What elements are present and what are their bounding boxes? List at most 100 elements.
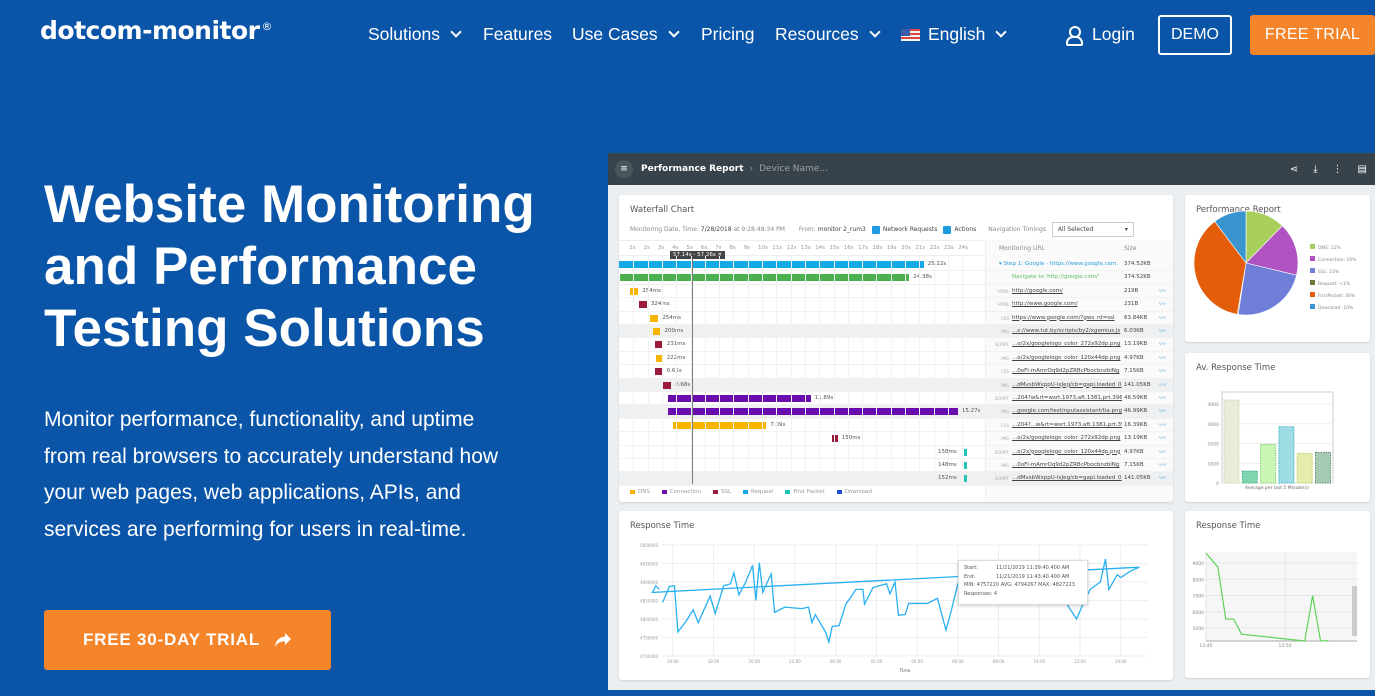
trend-icon[interactable]: 〰 [1159, 460, 1166, 470]
nav-solutions[interactable]: Solutions [368, 24, 462, 45]
nav-label: Use Cases [572, 24, 658, 44]
waterfall-row[interactable]: 254ms HTML http://google.com/219B 〰 [619, 285, 1173, 299]
trend-icon[interactable]: 〰 [1159, 447, 1166, 457]
x-tick: 22:00 [789, 659, 801, 664]
legend-swatch [661, 490, 667, 494]
x-tick: 18:00 [708, 659, 720, 664]
actions-checkbox[interactable] [943, 225, 952, 234]
monitoring-url[interactable]: ...o/2x/googlelogo_color_272x92dp.png [1012, 341, 1122, 347]
waterfall-row[interactable]: 0.68s IMG ...dMvsbWxppU-lxJeg/cb=gapi.load… [619, 378, 1173, 392]
language-selector[interactable]: English [901, 24, 1008, 45]
monitoring-url[interactable]: ▾ Step 1: Google - https://www.google.co… [999, 261, 1124, 267]
legend-label: SSL [720, 489, 732, 495]
nav-label: Features [483, 24, 553, 44]
tooltip-responses-label: Responses: [964, 590, 993, 597]
trend-icon[interactable]: 〰 [1159, 353, 1166, 363]
monitoring-url[interactable]: ...dMvsbWxppU-lxJeg/cb=gapi.loaded_0 [1012, 475, 1122, 481]
nav-pricing[interactable]: Pricing [701, 24, 755, 45]
grid-line [676, 256, 678, 484]
waterfall-row[interactable]: 231msSCRIPT...o/2x/googlelogo_color_272x… [619, 338, 1173, 352]
x-tick: 20:00 [748, 659, 760, 664]
time-tick: 8s [729, 245, 736, 251]
bar [1260, 443, 1277, 484]
monitoring-url[interactable]: ...0oFl-mAmrOq9d2pZRBcPbocbnzbiNg [1012, 368, 1122, 374]
trend-icon[interactable]: 〰 [1159, 380, 1166, 390]
trend-icon[interactable]: 〰 [1159, 406, 1166, 416]
x-tick: 00:00 [830, 659, 842, 664]
time-tick: 12s [786, 245, 797, 251]
nav-resources[interactable]: Resources [775, 24, 881, 45]
trend-icon[interactable]: 〰 [1159, 420, 1166, 430]
trend-icon[interactable]: 〰 [1159, 286, 1166, 296]
report-title: Performance Report [641, 164, 744, 174]
legend-swatch [1310, 280, 1315, 285]
time-tick: 19s [886, 245, 897, 251]
waterfall-row[interactable]: 24.38s Navigate to 'http://google.com/' 37… [619, 271, 1173, 285]
resource-size: 13.19KB [1124, 341, 1148, 348]
nav-label: Solutions [368, 24, 440, 44]
waterfall-row[interactable]: 150ms IMG ...o/2x/googlelogo_color_272x92d… [619, 432, 1173, 446]
monitoring-url[interactable]: ...s://www.tut.by/scripts/by2/xgemius.js [1012, 328, 1122, 334]
monitoring-url[interactable]: ...o/2x/googlelogo_color_120x44dp.png [1012, 355, 1122, 361]
resource-size: 141.05KB [1124, 475, 1151, 482]
free-30-day-trial-button[interactable]: FREE 30-DAY TRIAL [44, 610, 331, 670]
monitoring-url[interactable]: ...0oFl-mAmrOq9d2pZRBcPbocbnzbiNg [1012, 462, 1122, 468]
trend-icon[interactable]: 〰 [1159, 393, 1166, 403]
from-value: monitor 2_rum3 [817, 226, 866, 233]
monitoring-url[interactable]: ...204?...w&rt=wsrt.1973,aft.1381,prt.39… [1012, 422, 1122, 428]
legend-label: FirstPacket: 36% [1318, 293, 1356, 299]
trend-icon[interactable]: 〰 [1159, 299, 1166, 309]
y-tick: 3000 [1208, 422, 1220, 428]
waterfall-row[interactable]: 7.09s CSS ...204?...w&rt=wsrt.1973,aft.138… [619, 419, 1173, 433]
waterfall-row[interactable]: 15.27s IMG ...google.com/textinputassistan… [619, 405, 1173, 419]
monitoring-url[interactable]: ...204?w&rt=wsrt.1973,aft.1381,prt.3964 [1012, 395, 1122, 401]
waterfall-row[interactable]: 152msSCRIPT...dMvsbWxppU-lxJeg/cb=gapi.l… [619, 472, 1173, 486]
y-tick: 0 [1216, 481, 1219, 487]
trend-icon[interactable]: 〰 [1159, 326, 1166, 336]
timing-bar [964, 448, 967, 456]
waterfall-row[interactable]: 324ms HTML http://www.google.com/231B 〰 [619, 298, 1173, 312]
nav-timings-select[interactable]: All Selected ▾ [1051, 222, 1134, 237]
waterfall-row[interactable]: 11.89s SCRIPT ...204?w&rt=wsrt.1973,aft.13… [619, 392, 1173, 406]
monitoring-url[interactable]: ...dMvsbWxppU-lxJeg/cb=gapi.loaded_0 [1012, 382, 1122, 388]
trend-icon[interactable]: 〰 [1159, 366, 1166, 376]
x-tick: 13:50 [1279, 643, 1292, 649]
monitoring-url[interactable]: http://www.google.com/ [1012, 301, 1122, 307]
language-label: English [928, 24, 986, 44]
waterfall-row[interactable]: 148msIMG...0oFl-mAmrOq9d2pZRBcPbocbnzbiN… [619, 459, 1173, 473]
duration-label: 324ms [650, 301, 670, 308]
monitoring-url[interactable]: ...o/2x/googlelogo_color_272x92dp.png [1012, 435, 1122, 441]
y-tick: 4700000 [640, 654, 658, 659]
monitoring-url[interactable]: Navigate to 'http://google.com/' [1012, 274, 1122, 280]
logo[interactable]: dotcom-monitor ® [40, 16, 272, 45]
login-link[interactable]: Login [1066, 24, 1135, 46]
waterfall-row[interactable]: 200ms IMG ...s://www.tut.by/scripts/by2/xg… [619, 325, 1173, 339]
free-trial-button[interactable]: FREE TRIAL [1250, 15, 1375, 55]
chevron-down-icon [450, 26, 462, 38]
monitoring-url[interactable]: https://www.google.com/?gws_rd=ssl [1012, 315, 1122, 321]
trend-icon[interactable]: 〰 [1159, 313, 1166, 323]
trend-icon[interactable]: 〰 [1159, 473, 1166, 483]
legend-label: First Packet [793, 489, 825, 495]
demo-button[interactable]: DEMO [1158, 15, 1232, 55]
tooltip-start-label: Start: [964, 565, 978, 571]
trend-icon[interactable]: 〰 [1159, 433, 1166, 443]
grid-line [833, 256, 835, 484]
waterfall-row[interactable]: 222msIMG...o/2x/googlelogo_color_120x44d… [619, 352, 1173, 366]
y-tick: 4800000 [640, 617, 658, 622]
chevron-down-icon [868, 26, 881, 38]
waterfall-row[interactable]: 158msSCRIPT...o/2x/googlelogo_color_120x… [619, 446, 1173, 459]
nav-features[interactable]: Features [483, 24, 552, 45]
trend-icon[interactable]: 〰 [1159, 339, 1166, 349]
monitoring-url[interactable]: http://google.com/ [1012, 288, 1122, 294]
nav-use-cases[interactable]: Use Cases [572, 24, 680, 45]
monitoring-url[interactable]: ...google.com/textinputassistant/tia.png [1012, 408, 1122, 414]
waterfall-row[interactable]: 0.65s CSS ...0oFl-mAmrOq9d2pZRBcPbocbnzbiN… [619, 365, 1173, 379]
duration-label: 0.65s [666, 368, 682, 375]
waterfall-row[interactable]: 25.22s ▾ Step 1: Google - https://www.goo… [619, 258, 1173, 272]
waterfall-row[interactable]: 254ms CSS https://www.google.com/?gws_rd=s… [619, 312, 1173, 325]
report-menu-icon: ≡ [615, 160, 633, 178]
resource-size: 231B [1124, 301, 1139, 308]
monitoring-url[interactable]: ...o/2x/googlelogo_color_120x44dp.png [1012, 449, 1122, 455]
network-requests-checkbox[interactable] [871, 225, 880, 234]
